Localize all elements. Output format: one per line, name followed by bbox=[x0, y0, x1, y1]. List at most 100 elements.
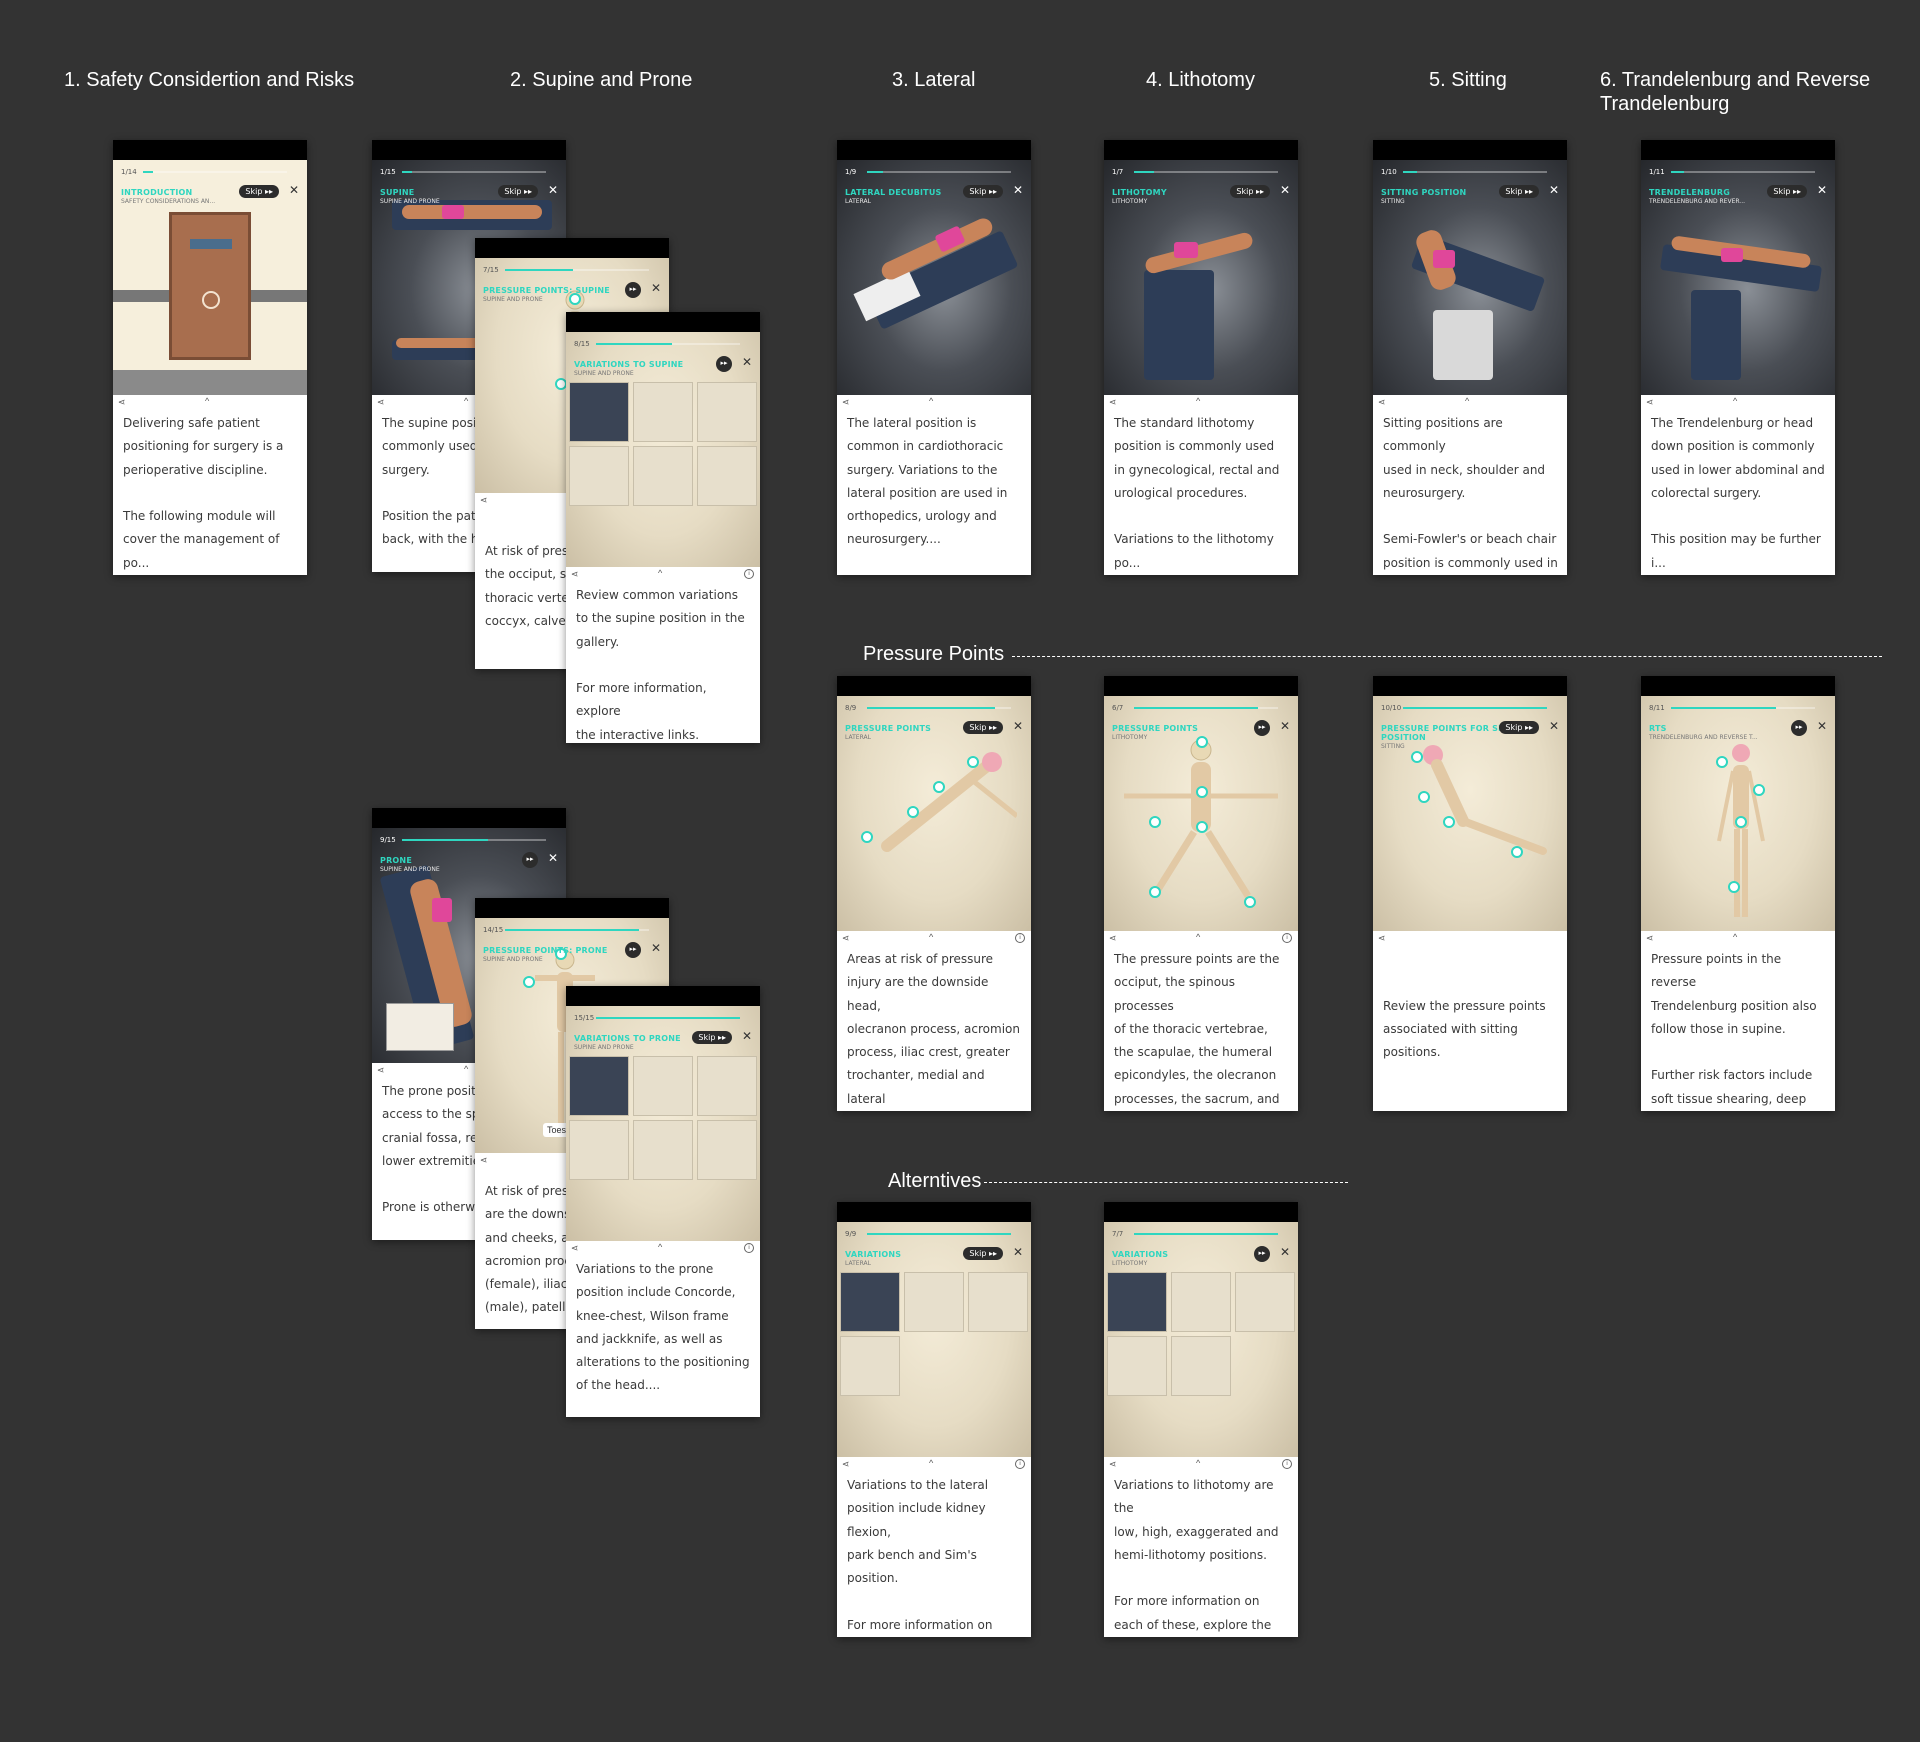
close-icon[interactable]: ✕ bbox=[742, 355, 752, 369]
fast-forward-icon[interactable]: ▸▸ bbox=[1254, 1246, 1270, 1262]
pressure-point-marker[interactable] bbox=[933, 781, 945, 793]
pressure-point-marker[interactable] bbox=[1735, 816, 1747, 828]
chevron-up-icon[interactable]: ^ bbox=[658, 568, 662, 578]
gallery-thumbnail[interactable] bbox=[1107, 1272, 1167, 1332]
gallery-thumbnail[interactable] bbox=[633, 1120, 693, 1180]
gallery-thumbnail[interactable] bbox=[697, 1056, 757, 1116]
gallery-thumbnail[interactable] bbox=[633, 382, 693, 442]
pressure-point-marker[interactable] bbox=[907, 806, 919, 818]
skip-button[interactable]: Skip ▸▸ bbox=[1499, 185, 1539, 198]
share-icon[interactable]: ⋖ bbox=[1378, 397, 1386, 408]
chevron-up-icon[interactable]: ^ bbox=[464, 1064, 468, 1074]
pressure-point-marker[interactable] bbox=[967, 756, 979, 768]
pressure-point-marker[interactable] bbox=[1753, 784, 1765, 796]
inset-thumbnail[interactable] bbox=[386, 1003, 454, 1051]
gallery-thumbnail[interactable] bbox=[1235, 1272, 1295, 1332]
share-icon[interactable]: ⋖ bbox=[377, 397, 385, 408]
close-icon[interactable]: ✕ bbox=[651, 941, 661, 955]
gallery-thumbnail[interactable] bbox=[569, 382, 629, 442]
pressure-point-marker[interactable] bbox=[1196, 821, 1208, 833]
share-icon[interactable]: ⋖ bbox=[1109, 1459, 1117, 1470]
close-icon[interactable]: ✕ bbox=[289, 183, 299, 197]
close-icon[interactable]: ✕ bbox=[1549, 719, 1559, 733]
gallery-thumbnail[interactable] bbox=[968, 1272, 1028, 1332]
info-icon[interactable]: i bbox=[1282, 933, 1292, 943]
chevron-up-icon[interactable]: ^ bbox=[658, 1242, 662, 1252]
pressure-point-marker[interactable] bbox=[1411, 751, 1423, 763]
share-icon[interactable]: ⋖ bbox=[1109, 397, 1117, 408]
gallery-thumbnail[interactable] bbox=[904, 1272, 964, 1332]
gallery-thumbnail[interactable] bbox=[1107, 1336, 1167, 1396]
info-icon[interactable]: i bbox=[1015, 1459, 1025, 1469]
skip-button[interactable]: Skip ▸▸ bbox=[1499, 721, 1539, 734]
fast-forward-icon[interactable]: ▸▸ bbox=[625, 942, 641, 958]
gallery-thumbnail[interactable] bbox=[633, 1056, 693, 1116]
pressure-point-marker[interactable] bbox=[1511, 846, 1523, 858]
gallery-thumbnail[interactable] bbox=[1171, 1336, 1231, 1396]
gallery-thumbnail[interactable] bbox=[569, 446, 629, 506]
info-icon[interactable]: i bbox=[744, 1243, 754, 1253]
gallery-thumbnail[interactable] bbox=[697, 382, 757, 442]
close-icon[interactable]: ✕ bbox=[742, 1029, 752, 1043]
chevron-up-icon[interactable]: ^ bbox=[929, 932, 933, 942]
gallery-thumbnail[interactable] bbox=[840, 1336, 900, 1396]
skip-button[interactable]: Skip ▸▸ bbox=[963, 185, 1003, 198]
skip-button[interactable]: Skip ▸▸ bbox=[239, 185, 279, 198]
pressure-point-marker[interactable] bbox=[1244, 896, 1256, 908]
share-icon[interactable]: ⋖ bbox=[571, 569, 579, 580]
fast-forward-icon[interactable]: ▸▸ bbox=[522, 852, 538, 868]
gallery-thumbnail[interactable] bbox=[633, 446, 693, 506]
skip-button[interactable]: Skip ▸▸ bbox=[692, 1031, 732, 1044]
target-icon[interactable] bbox=[202, 291, 220, 309]
pressure-point-marker[interactable] bbox=[1196, 786, 1208, 798]
close-icon[interactable]: ✕ bbox=[1817, 719, 1827, 733]
chevron-up-icon[interactable]: ^ bbox=[205, 396, 209, 406]
info-icon[interactable]: i bbox=[744, 569, 754, 579]
skip-button[interactable]: Skip ▸▸ bbox=[1230, 185, 1270, 198]
gallery-thumbnail[interactable] bbox=[697, 1120, 757, 1180]
pressure-point-marker[interactable] bbox=[1418, 791, 1430, 803]
chevron-up-icon[interactable]: ^ bbox=[929, 396, 933, 406]
fast-forward-icon[interactable]: ▸▸ bbox=[1791, 720, 1807, 736]
close-icon[interactable]: ✕ bbox=[1280, 719, 1290, 733]
close-icon[interactable]: ✕ bbox=[1817, 183, 1827, 197]
close-icon[interactable]: ✕ bbox=[1013, 719, 1023, 733]
fast-forward-icon[interactable]: ▸▸ bbox=[716, 356, 732, 372]
skip-button[interactable]: Skip ▸▸ bbox=[1767, 185, 1807, 198]
share-icon[interactable]: ⋖ bbox=[571, 1243, 579, 1254]
close-icon[interactable]: ✕ bbox=[1549, 183, 1559, 197]
share-icon[interactable]: ⋖ bbox=[1109, 933, 1117, 944]
close-icon[interactable]: ✕ bbox=[1013, 183, 1023, 197]
share-icon[interactable]: ⋖ bbox=[842, 933, 850, 944]
share-icon[interactable]: ⋖ bbox=[480, 1155, 488, 1166]
skip-button[interactable]: Skip ▸▸ bbox=[498, 185, 538, 198]
chevron-up-icon[interactable]: ^ bbox=[1196, 396, 1200, 406]
skip-button[interactable]: Skip ▸▸ bbox=[963, 721, 1003, 734]
share-icon[interactable]: ⋖ bbox=[480, 495, 488, 506]
chevron-up-icon[interactable]: ^ bbox=[1196, 1458, 1200, 1468]
info-icon[interactable]: i bbox=[1015, 933, 1025, 943]
share-icon[interactable]: ⋖ bbox=[1378, 933, 1386, 944]
chevron-up-icon[interactable]: ^ bbox=[1465, 396, 1469, 406]
close-icon[interactable]: ✕ bbox=[651, 281, 661, 295]
gallery-thumbnail[interactable] bbox=[569, 1120, 629, 1180]
chevron-up-icon[interactable]: ^ bbox=[929, 1458, 933, 1468]
close-icon[interactable]: ✕ bbox=[1013, 1245, 1023, 1259]
info-icon[interactable]: i bbox=[1282, 1459, 1292, 1469]
pressure-point-marker[interactable] bbox=[861, 831, 873, 843]
gallery-thumbnail[interactable] bbox=[569, 1056, 629, 1116]
close-icon[interactable]: ✕ bbox=[548, 183, 558, 197]
chevron-up-icon[interactable]: ^ bbox=[464, 396, 468, 406]
pressure-point-marker[interactable] bbox=[523, 976, 535, 988]
gallery-thumbnail[interactable] bbox=[697, 446, 757, 506]
chevron-up-icon[interactable]: ^ bbox=[1733, 396, 1737, 406]
close-icon[interactable]: ✕ bbox=[1280, 1245, 1290, 1259]
share-icon[interactable]: ⋖ bbox=[377, 1065, 385, 1076]
share-icon[interactable]: ⋖ bbox=[842, 397, 850, 408]
share-icon[interactable]: ⋖ bbox=[118, 397, 126, 408]
fast-forward-icon[interactable]: ▸▸ bbox=[1254, 720, 1270, 736]
pressure-point-marker[interactable] bbox=[1443, 816, 1455, 828]
pressure-point-marker[interactable] bbox=[1728, 881, 1740, 893]
pressure-point-marker[interactable] bbox=[1149, 816, 1161, 828]
pressure-point-marker[interactable] bbox=[1149, 886, 1161, 898]
